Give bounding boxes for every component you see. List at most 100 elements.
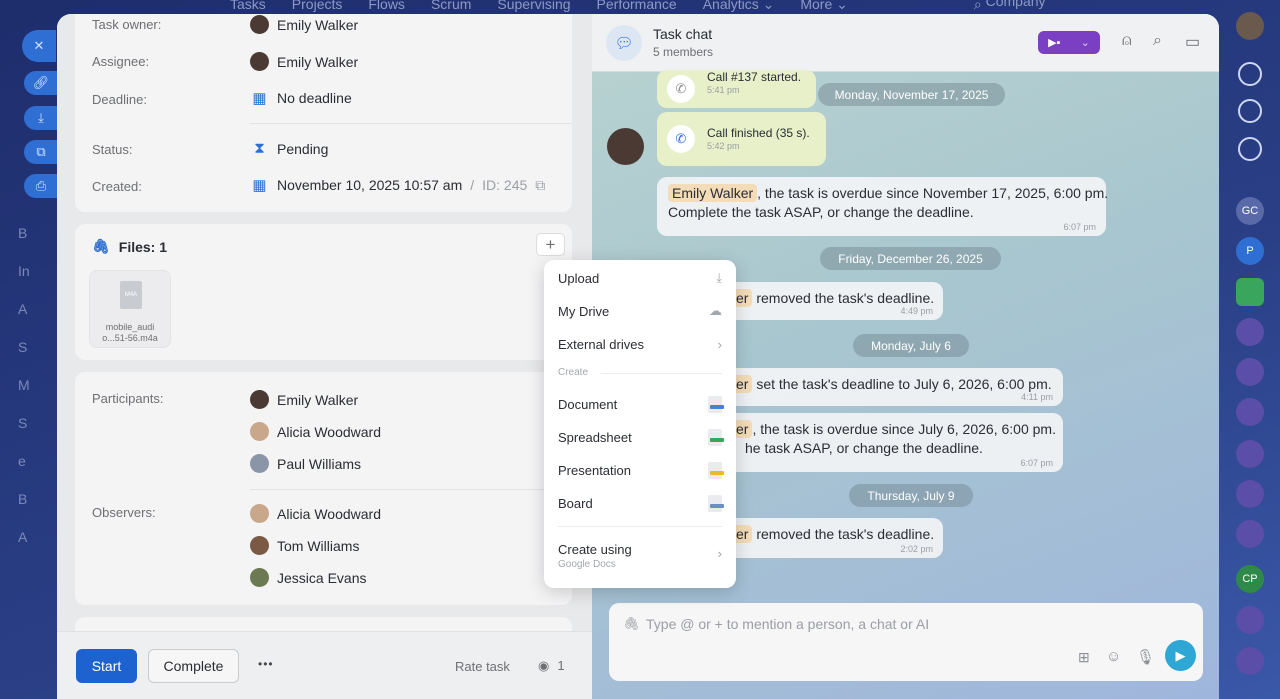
chat-badge-11[interactable]	[1236, 606, 1264, 634]
nav-flows[interactable]: Flows	[368, 0, 405, 11]
left-rail-item-9[interactable]: A	[18, 526, 58, 548]
observer-item[interactable]: Jessica Evans	[250, 568, 366, 587]
send-button[interactable]: ▶	[1165, 640, 1196, 671]
close-slider-button[interactable]: ✕	[22, 30, 56, 62]
video-call-button[interactable]: ▶▪ ⌄	[1038, 31, 1100, 54]
more-actions-button[interactable]: •••	[258, 657, 274, 671]
status-text: Pending	[277, 140, 329, 157]
files-card: 🖇︎ Files: 1 + M4A mobile_audi o...51-56.…	[75, 224, 572, 360]
left-rail-item-2[interactable]: In	[18, 260, 58, 282]
left-rail-item-7[interactable]: e	[18, 450, 58, 472]
nav-supervising[interactable]: Supervising	[497, 0, 570, 11]
cloud-upload-icon: ☁	[709, 303, 722, 318]
chat-badge-12[interactable]	[1236, 647, 1264, 675]
menu-item-my-drive[interactable]: My Drive ☁	[558, 299, 722, 323]
plus-icon: +	[545, 234, 556, 254]
participant-item[interactable]: Alicia Woodward	[250, 422, 381, 441]
task-owner-value[interactable]: Emily Walker	[250, 15, 358, 34]
add-member-icon[interactable]: ⍝	[1122, 32, 1132, 50]
left-rail-item-4[interactable]: S	[18, 336, 58, 358]
chat-badge-6[interactable]	[1236, 398, 1264, 426]
nav-tasks[interactable]: Tasks	[230, 0, 266, 11]
menu-item-presentation[interactable]: Presentation	[558, 458, 724, 482]
copilot-icon[interactable]	[1238, 99, 1262, 123]
nav-scrum[interactable]: Scrum	[431, 0, 471, 11]
message-input[interactable]: Type @ or + to mention a person, a chat …	[646, 613, 1046, 635]
participant-item[interactable]: Paul Williams	[250, 454, 361, 473]
chat-bubble-icon: 💬︎	[606, 25, 642, 61]
left-rail-item-3[interactable]: A	[18, 298, 58, 320]
message-text: , the task is overdue since July 6, 2026…	[752, 421, 1056, 437]
menu-item-external-drives[interactable]: External drives ›	[558, 332, 722, 356]
files-title: Files: 1	[118, 238, 168, 255]
phone-icon: ✆	[667, 75, 695, 103]
notifications-icon[interactable]	[1238, 62, 1262, 86]
menu-item-spreadsheet[interactable]: Spreadsheet	[558, 425, 724, 449]
menu-item-upload[interactable]: Upload ⤓	[558, 266, 722, 290]
copy-link-button[interactable]: 🔗︎	[24, 71, 58, 95]
participants-label: Participants:	[92, 391, 164, 406]
messenger-icon[interactable]	[1238, 137, 1262, 161]
message-line: Emily Walker, the task is overdue since …	[668, 184, 1108, 202]
chat-badge-cp[interactable]: CP	[1236, 565, 1264, 593]
document-icon	[708, 395, 724, 413]
chat-badge-card[interactable]	[1236, 278, 1264, 306]
copy-icon[interactable]: ⧉	[535, 177, 545, 194]
files-header: 🖇︎ Files: 1	[92, 238, 167, 255]
observer-item[interactable]: Tom Williams	[250, 536, 359, 555]
left-rail-item-6[interactable]: S	[18, 412, 58, 434]
chat-title: Task chat	[653, 26, 713, 42]
sidebar-toggle-icon[interactable]: ▭	[1185, 32, 1200, 52]
status-value: ⧗ Pending	[250, 140, 328, 157]
complete-button[interactable]: Complete	[148, 649, 239, 683]
chat-badge-4[interactable]	[1236, 318, 1264, 346]
menu-item-create-using[interactable]: Create using Google Docs ›	[558, 542, 722, 574]
chat-badge-9[interactable]	[1236, 520, 1264, 548]
right-rail: GC P CP	[1220, 0, 1280, 699]
menu-item-label: My Drive	[558, 303, 610, 319]
file-tile[interactable]: M4A mobile_audi o...51-56.m4a	[89, 270, 171, 348]
sender-avatar[interactable]	[607, 128, 644, 165]
apps-grid-icon[interactable]: ⊞	[1078, 649, 1090, 666]
task-owner-label: Task owner:	[92, 17, 162, 32]
nav-more[interactable]: More ⌄	[800, 0, 848, 11]
nav-performance[interactable]: Performance	[597, 0, 677, 11]
minimize-button[interactable]: ⤓	[24, 106, 58, 130]
left-rail-item-1[interactable]: B	[18, 222, 58, 244]
company-search[interactable]: ⌕ Company	[974, 0, 1046, 11]
chat-badge-7[interactable]	[1236, 440, 1264, 468]
open-new-window-button[interactable]: ⧉	[24, 140, 58, 164]
observer-item[interactable]: Alicia Woodward	[250, 504, 381, 523]
participant-item[interactable]: Emily Walker	[250, 390, 358, 409]
nav-analytics[interactable]: Analytics ⌄	[703, 0, 775, 11]
emoji-icon[interactable]: ☺	[1106, 648, 1121, 665]
menu-item-label: Board	[558, 495, 593, 511]
deadline-value[interactable]: ▦ No deadline	[250, 89, 351, 107]
nav-projects[interactable]: Projects	[292, 0, 343, 11]
left-rail-item-5[interactable]: M	[18, 374, 58, 396]
mention[interactable]: Emily Walker	[668, 184, 758, 202]
message-time: 6:07 pm	[1063, 222, 1096, 232]
menu-item-document[interactable]: Document	[558, 392, 724, 416]
chat-badge-gc[interactable]: GC	[1236, 197, 1264, 225]
chat-badge-8[interactable]	[1236, 480, 1264, 508]
link-icon: 🔗︎	[32, 75, 50, 90]
menu-item-label: Spreadsheet	[558, 429, 632, 445]
search-icon[interactable]: ⌕	[1153, 32, 1162, 50]
assignee-value[interactable]: Emily Walker	[250, 52, 358, 71]
left-rail-item-8[interactable]: B	[18, 488, 58, 510]
menu-item-board[interactable]: Board	[558, 491, 724, 515]
chat-badge-5[interactable]	[1236, 358, 1264, 386]
views-counter[interactable]: ◉ 1	[538, 658, 565, 674]
rate-task-link[interactable]: Rate task	[455, 659, 510, 674]
hourglass-icon: ⧗	[254, 140, 265, 157]
print-button[interactable]: ⎙	[24, 174, 58, 198]
video-camera-icon: ▶▪	[1048, 37, 1061, 49]
user-avatar[interactable]	[1236, 12, 1264, 40]
add-file-button[interactable]: +	[536, 233, 565, 256]
chat-members-count[interactable]: 5 members	[653, 45, 713, 59]
chat-badge-p[interactable]: P	[1236, 237, 1264, 265]
paperclip-icon[interactable]: 🖇︎	[623, 616, 640, 632]
microphone-icon[interactable]: 🎙︎	[1136, 648, 1155, 666]
start-button[interactable]: Start	[76, 649, 137, 683]
